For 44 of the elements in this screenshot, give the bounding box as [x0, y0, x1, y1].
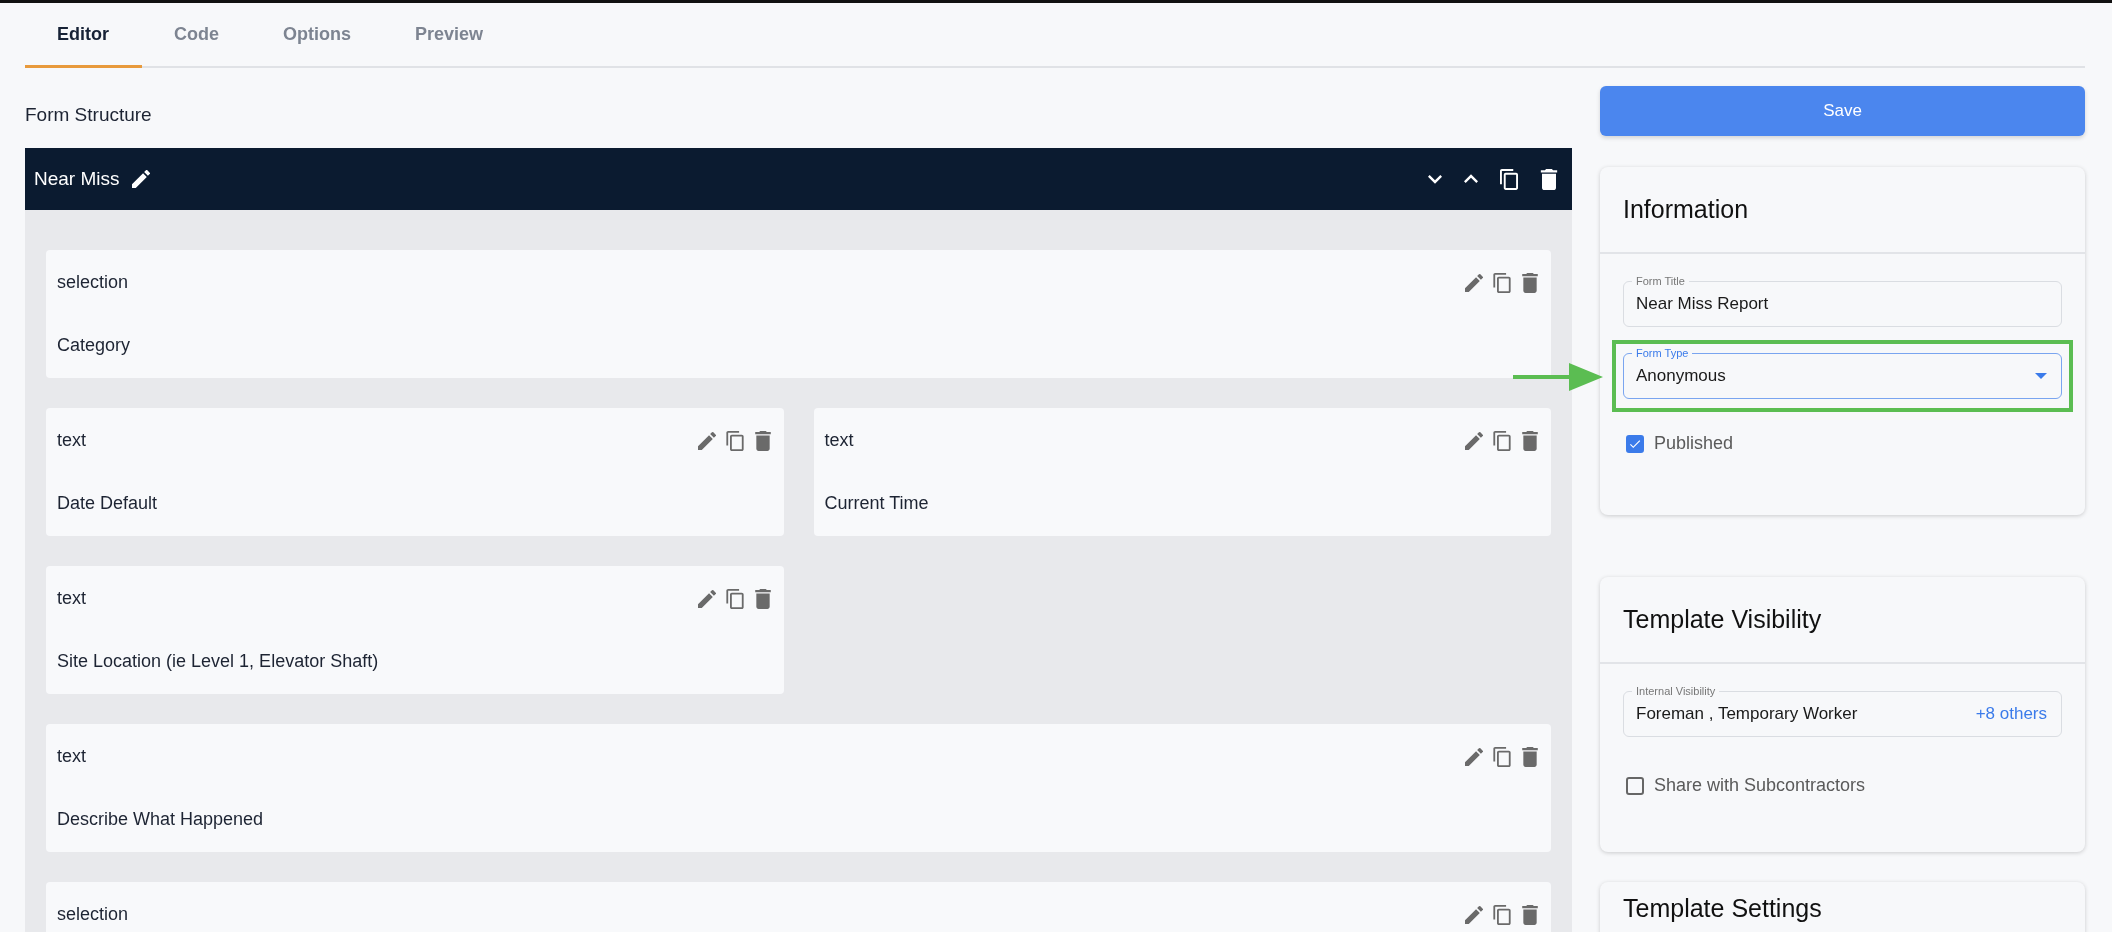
more-count: +8 others: [1975, 704, 2047, 724]
checkbox-label: Published: [1654, 433, 1734, 454]
field-type: selection: [57, 272, 130, 293]
field-label: Describe What Happened: [57, 809, 265, 830]
copy-icon[interactable]: [1500, 168, 1518, 190]
tab[interactable]: Options: [251, 3, 383, 68]
edit-icon[interactable]: [1465, 904, 1483, 925]
field-label: Site Location (ie Level 1, Elevator Shaft): [57, 651, 380, 672]
field-type: selection: [57, 904, 130, 925]
field-label: Date Default: [57, 493, 159, 514]
field-type: text: [57, 588, 87, 609]
section-heading: Form Structure: [25, 104, 153, 126]
field-label: Internal Visibility: [1632, 684, 1720, 698]
save-button[interactable]: Save: [1600, 86, 2085, 136]
edit-icon[interactable]: [697, 430, 716, 451]
caret-icon: [2035, 373, 2047, 379]
card-title: Template Settings: [1623, 894, 1822, 922]
section-name: Near Miss: [34, 168, 120, 190]
field-label: Current Time: [824, 493, 930, 514]
field-type: text: [824, 430, 855, 451]
card-title: Template Visibility: [1623, 605, 1822, 634]
chevron-down-icon[interactable]: [1428, 172, 1442, 186]
field-type: text: [57, 430, 87, 451]
tab[interactable]: Preview: [383, 3, 516, 68]
edit-icon[interactable]: [1465, 746, 1483, 767]
pencil-icon[interactable]: [131, 170, 150, 188]
edit-icon[interactable]: [1465, 272, 1483, 293]
field-label: Category: [57, 335, 132, 356]
field-value: Near Miss Report: [1636, 294, 1770, 314]
card-title: Information: [1623, 195, 1749, 224]
field-label: Form Type: [1632, 346, 1693, 360]
tab[interactable]: Editor: [25, 3, 142, 68]
trash-icon[interactable]: [1540, 168, 1558, 190]
checkbox-label: Share with Subcontractors: [1654, 775, 1866, 796]
field-value: Foreman , Temporary Worker: [1636, 704, 1859, 724]
field-label: Form Title: [1632, 274, 1689, 288]
checkbox[interactable]: [1626, 776, 1644, 795]
checkbox[interactable]: [1626, 434, 1644, 453]
edit-icon[interactable]: [1465, 430, 1483, 451]
tab[interactable]: Code: [142, 3, 251, 68]
field-value: Anonymous: [1636, 366, 1727, 386]
chevron-up-icon[interactable]: [1464, 172, 1478, 186]
field-type: text: [57, 746, 87, 767]
edit-icon[interactable]: [697, 588, 716, 609]
